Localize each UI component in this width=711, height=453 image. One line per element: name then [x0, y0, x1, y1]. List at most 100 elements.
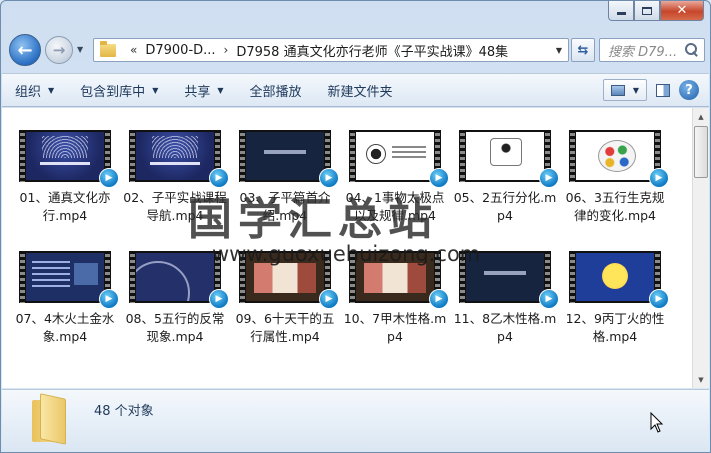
vertical-scrollbar[interactable]: ▲ ▼	[692, 108, 709, 388]
refresh-button[interactable]: ⇆	[571, 38, 595, 62]
watermark-url: www.guoxuehuizong.com	[212, 242, 481, 266]
file-item[interactable]: ▶ 12、9丙丁火的性格.mp4	[560, 251, 670, 346]
media-player-icon: ▶	[319, 289, 339, 309]
organize-label: 组织	[15, 84, 42, 100]
change-view-button[interactable]: ▼	[603, 79, 647, 101]
media-player-icon: ▶	[99, 289, 119, 309]
preview-pane-icon	[656, 83, 670, 97]
file-name: 05、2五行分化.mp4	[453, 190, 557, 223]
media-player-icon: ▶	[429, 289, 449, 309]
play-all-label: 全部播放	[249, 84, 302, 100]
video-thumbnail: ▶	[459, 130, 559, 188]
chevron-down-icon: ▼	[632, 85, 640, 95]
watermark-title: 国学汇总站	[188, 194, 438, 245]
recent-pages-button[interactable]: ▼	[77, 45, 83, 54]
video-frame	[466, 132, 544, 180]
minimize-icon	[616, 12, 626, 15]
video-frame	[26, 253, 104, 301]
close-icon: ✕	[676, 3, 688, 18]
folder-icon	[100, 40, 116, 57]
share-label: 共享	[184, 84, 211, 100]
back-arrow-icon: ←	[17, 39, 33, 61]
file-name: 12、9丙丁火的性格.mp4	[565, 311, 665, 344]
file-item[interactable]: ▶ 07、4木火土金水象.mp4	[10, 251, 120, 346]
video-frame	[576, 253, 654, 301]
search-input[interactable]: 搜索 D79...	[599, 38, 705, 62]
breadcrumb-separator[interactable]: ›	[224, 43, 229, 57]
maximize-icon	[642, 6, 652, 15]
video-thumbnail: ▶	[349, 130, 449, 188]
maximize-button[interactable]	[634, 1, 660, 21]
file-name: 11、8乙木性格.mp4	[453, 311, 557, 344]
video-thumbnail: ▶	[239, 130, 339, 188]
file-name: 01、通真文化亦行.mp4	[19, 190, 111, 223]
breadcrumb-current[interactable]: D7958 通真文化亦行老师《子平实战课》48集	[236, 41, 508, 60]
scroll-thumb[interactable]	[694, 126, 708, 178]
film-strip	[19, 130, 26, 182]
video-frame	[26, 132, 104, 180]
back-button[interactable]: ←	[9, 34, 41, 66]
chevron-down-icon: ▼	[217, 85, 224, 95]
file-name: 09、6十天干的五行属性.mp4	[235, 311, 335, 344]
chevron-down-icon: ▼	[48, 85, 55, 95]
include-in-library-label: 包含到库中	[80, 84, 146, 100]
close-button[interactable]: ✕	[660, 1, 704, 21]
address-bar[interactable]: « D7900-D... › D7958 通真文化亦行老师《子平实战课》48集 …	[93, 38, 569, 62]
preview-pane-button[interactable]	[653, 81, 673, 99]
film-strip	[349, 130, 356, 182]
address-dropdown-button[interactable]: ▼	[550, 39, 568, 61]
minimize-button[interactable]	[608, 1, 634, 21]
media-player-icon: ▶	[99, 168, 119, 188]
navigation-bar: ← → ▼ « D7900-D... › D7958 通真文化亦行老师《子平实战…	[1, 33, 710, 67]
item-count: 48 个对象	[94, 404, 154, 419]
command-bar: 组织 ▼ 包含到库中 ▼ 共享 ▼ 全部播放 新建文件夹 ▼ ?	[2, 73, 709, 107]
chevron-down-icon: ▼	[152, 85, 159, 95]
media-player-icon: ▶	[209, 289, 229, 309]
video-frame	[576, 132, 654, 180]
file-name: 06、3五行生克规律的变化.mp4	[565, 190, 665, 223]
scroll-down-button[interactable]: ▼	[693, 371, 709, 388]
video-thumbnail: ▶	[569, 130, 669, 188]
view-icon	[610, 84, 625, 96]
file-item[interactable]: ▶ 06、3五行生克规律的变化.mp4	[560, 130, 670, 225]
film-strip	[459, 130, 466, 182]
details-pane: 48 个对象	[2, 389, 709, 452]
file-item[interactable]: ▶ 01、通真文化亦行.mp4	[10, 130, 120, 225]
new-folder-button[interactable]: 新建文件夹	[315, 74, 406, 106]
new-folder-label: 新建文件夹	[327, 84, 393, 100]
video-thumbnail: ▶	[569, 251, 669, 309]
include-in-library-menu[interactable]: 包含到库中 ▼	[67, 74, 171, 106]
help-button[interactable]: ?	[679, 80, 699, 100]
media-player-icon: ▶	[649, 168, 669, 188]
media-player-icon: ▶	[649, 289, 669, 309]
video-frame	[136, 253, 214, 301]
explorer-window: ✕ ← → ▼ « D7900-D... › D7958 通真文化亦行老师《子平…	[0, 0, 711, 453]
forward-arrow-icon: →	[52, 41, 66, 59]
video-frame	[356, 132, 434, 180]
file-list-pane[interactable]: ▶ 01、通真文化亦行.mp4 ▶ 02、子平实战课程导航.mp4 ▶ 03、子平篇首介绍…	[2, 108, 709, 388]
film-strip	[19, 251, 26, 303]
film-strip	[239, 130, 246, 182]
film-strip	[569, 251, 576, 303]
breadcrumb-overflow[interactable]: «	[130, 43, 137, 57]
file-name: 08、5五行的反常现象.mp4	[125, 311, 225, 344]
caption-buttons: ✕	[608, 1, 704, 21]
video-frame	[136, 132, 214, 180]
film-strip	[129, 130, 136, 182]
file-item[interactable]: ▶ 05、2五行分化.mp4	[450, 130, 560, 225]
scroll-up-button[interactable]: ▲	[693, 108, 709, 125]
file-name: 10、7甲木性格.mp4	[343, 311, 447, 344]
video-thumbnail: ▶	[19, 251, 119, 309]
media-player-icon: ▶	[539, 168, 559, 188]
search-placeholder: 搜索 D79...	[608, 44, 678, 60]
file-name: 07、4木火土金水象.mp4	[15, 311, 115, 344]
breadcrumb-parent[interactable]: D7900-D...	[145, 43, 215, 58]
share-menu[interactable]: 共享 ▼	[171, 74, 236, 106]
search-icon[interactable]	[683, 41, 701, 59]
forward-button[interactable]: →	[45, 36, 73, 64]
toolbar-right: ▼ ?	[603, 79, 709, 101]
refresh-icon: ⇆	[577, 42, 589, 58]
mouse-cursor-icon	[650, 412, 664, 433]
play-all-button[interactable]: 全部播放	[237, 74, 315, 106]
organize-menu[interactable]: 组织 ▼	[2, 74, 67, 106]
